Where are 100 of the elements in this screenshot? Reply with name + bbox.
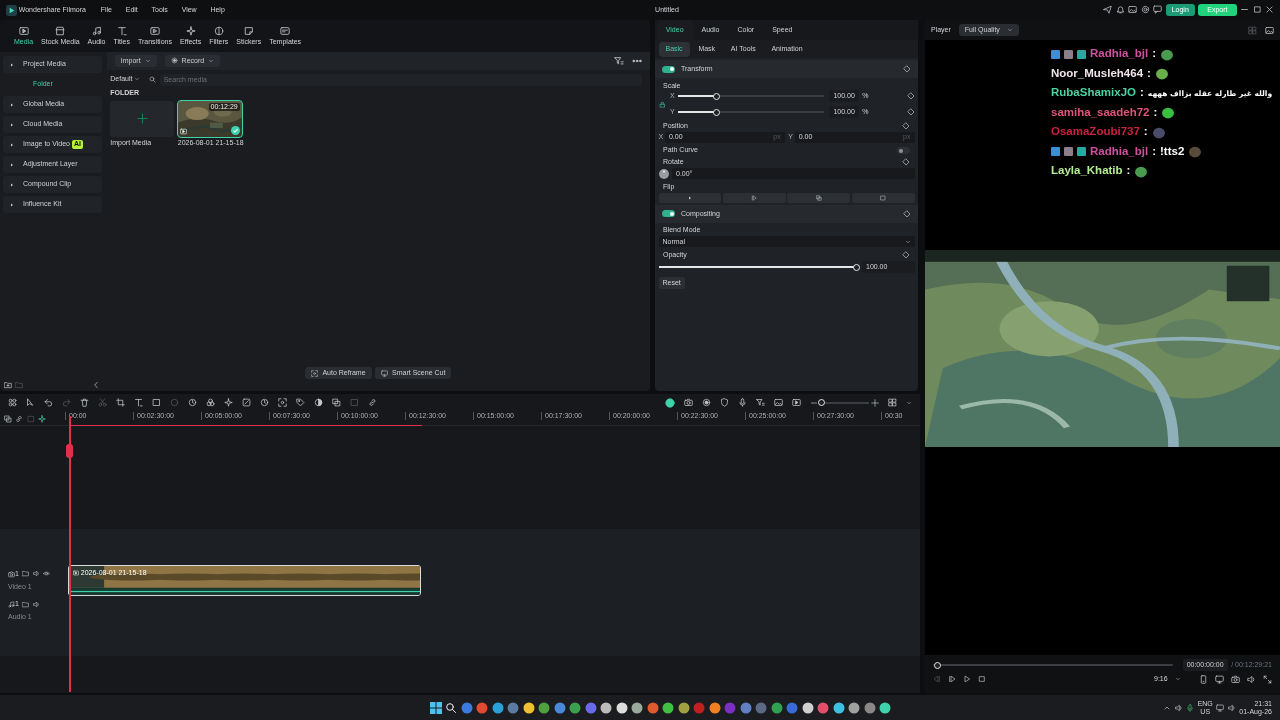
gear-icon[interactable] xyxy=(1140,5,1150,15)
text-icon[interactable] xyxy=(134,398,143,408)
layout-icon[interactable] xyxy=(888,398,897,408)
lock-icon[interactable] xyxy=(659,100,666,108)
record-icon[interactable] xyxy=(701,398,711,408)
app-icon[interactable] xyxy=(848,701,861,714)
film-icon[interactable] xyxy=(791,398,801,408)
volume-icon[interactable] xyxy=(1227,703,1236,712)
focus-icon xyxy=(311,369,319,377)
sparkle-icon[interactable] xyxy=(224,398,233,408)
caret-icon xyxy=(9,121,15,128)
snapshot-icon[interactable] xyxy=(1265,25,1274,35)
app-icon[interactable] xyxy=(491,701,504,714)
start-icon[interactable] xyxy=(429,701,442,714)
app-icon[interactable] xyxy=(879,701,892,714)
import-tile[interactable] xyxy=(110,100,175,137)
undo-icon[interactable] xyxy=(44,398,53,408)
keyframe-icon[interactable] xyxy=(903,65,911,74)
close-icon[interactable] xyxy=(1265,5,1274,15)
trash-icon[interactable] xyxy=(80,398,89,408)
shield-icon[interactable] xyxy=(719,398,729,408)
app-icon[interactable] xyxy=(522,701,535,714)
speaker-icon[interactable] xyxy=(1247,674,1256,684)
monitor-icon[interactable] xyxy=(1215,674,1224,684)
mask-icon[interactable] xyxy=(314,398,323,408)
new-folder-icon[interactable] xyxy=(3,381,12,390)
app-icon[interactable] xyxy=(600,701,613,714)
app-icon[interactable] xyxy=(615,701,628,714)
rotation-dial[interactable] xyxy=(658,168,669,179)
caret-icon xyxy=(1174,676,1181,683)
add-track-icon[interactable] xyxy=(3,414,12,423)
timer-icon[interactable] xyxy=(260,398,269,408)
play-icon xyxy=(73,570,79,577)
caret-icon xyxy=(9,161,15,168)
rectangle-icon[interactable] xyxy=(152,398,161,408)
app-icon[interactable] xyxy=(677,701,690,714)
clock-icon[interactable] xyxy=(188,398,197,408)
track-icon[interactable] xyxy=(26,414,35,423)
toggle-switch[interactable] xyxy=(897,147,910,155)
camera-icon[interactable] xyxy=(683,398,693,408)
caret-icon xyxy=(208,58,215,64)
app-icon[interactable] xyxy=(631,701,644,714)
crop-icon[interactable] xyxy=(116,398,125,408)
app-icon[interactable] xyxy=(770,701,783,714)
keyframe-icon[interactable] xyxy=(902,251,910,260)
collapse-icon[interactable] xyxy=(92,381,100,390)
play-icon[interactable] xyxy=(963,675,971,684)
filter-icon[interactable] xyxy=(614,56,624,66)
speaker-icon[interactable] xyxy=(1174,703,1183,712)
display-icon[interactable] xyxy=(1216,703,1225,712)
chat-username: Radhia_bjl xyxy=(1090,144,1149,159)
link-icon[interactable] xyxy=(15,414,23,423)
transition-icon xyxy=(149,25,160,36)
toggle-switch[interactable] xyxy=(662,65,675,73)
playhead-handle[interactable] xyxy=(66,443,73,458)
phone-icon[interactable] xyxy=(1199,674,1208,684)
render-icon[interactable] xyxy=(664,397,675,408)
slider-thumb[interactable] xyxy=(853,263,860,271)
send-icon[interactable] xyxy=(1103,5,1113,15)
app-icon[interactable] xyxy=(801,701,814,714)
edit-icon[interactable] xyxy=(242,398,251,408)
maximize-icon[interactable] xyxy=(1252,5,1262,15)
image-icon[interactable] xyxy=(1128,5,1138,15)
caret-icon[interactable] xyxy=(906,399,912,406)
keyframe-icon[interactable] xyxy=(903,209,911,218)
stop-icon[interactable] xyxy=(978,675,986,684)
bell-icon[interactable] xyxy=(1115,5,1125,15)
pointer-icon[interactable] xyxy=(26,398,35,408)
chat-username: Layla_Khatib xyxy=(1051,164,1123,179)
mic-icon[interactable] xyxy=(737,398,747,408)
flip-button[interactable] xyxy=(787,193,851,203)
app-icon[interactable] xyxy=(538,701,551,714)
chat-separator: : xyxy=(1147,66,1151,81)
toggle-switch[interactable] xyxy=(662,210,675,218)
app-icon[interactable] xyxy=(569,701,582,714)
list-icon[interactable] xyxy=(755,398,765,408)
focus-icon[interactable] xyxy=(278,398,287,408)
zoom-in-icon[interactable] xyxy=(871,398,879,407)
message-icon[interactable] xyxy=(1153,5,1163,15)
speaker-icon[interactable] xyxy=(32,600,40,608)
layers-icon[interactable] xyxy=(332,398,341,408)
sparkle-icon xyxy=(185,25,196,36)
app-icon[interactable] xyxy=(832,701,845,714)
camera-icon[interactable] xyxy=(1231,674,1240,684)
fullscreen-icon[interactable] xyxy=(1263,674,1272,684)
app-icon[interactable] xyxy=(662,701,675,714)
app-icon[interactable] xyxy=(708,701,721,714)
link-icon[interactable] xyxy=(368,398,377,408)
speaker-icon[interactable] xyxy=(32,570,40,578)
search-icon[interactable] xyxy=(445,701,458,714)
eye-icon[interactable] xyxy=(43,570,51,578)
keyframe-icon[interactable] xyxy=(902,158,910,167)
tag-icon[interactable] xyxy=(296,398,305,408)
color-icon[interactable] xyxy=(206,398,215,408)
next-frame-icon[interactable] xyxy=(948,675,956,684)
grid-icon[interactable] xyxy=(8,398,17,408)
slider-thumb[interactable] xyxy=(818,399,826,407)
caret-icon xyxy=(144,58,151,64)
mic-icon[interactable] xyxy=(1186,703,1195,712)
image-icon[interactable] xyxy=(773,398,783,408)
